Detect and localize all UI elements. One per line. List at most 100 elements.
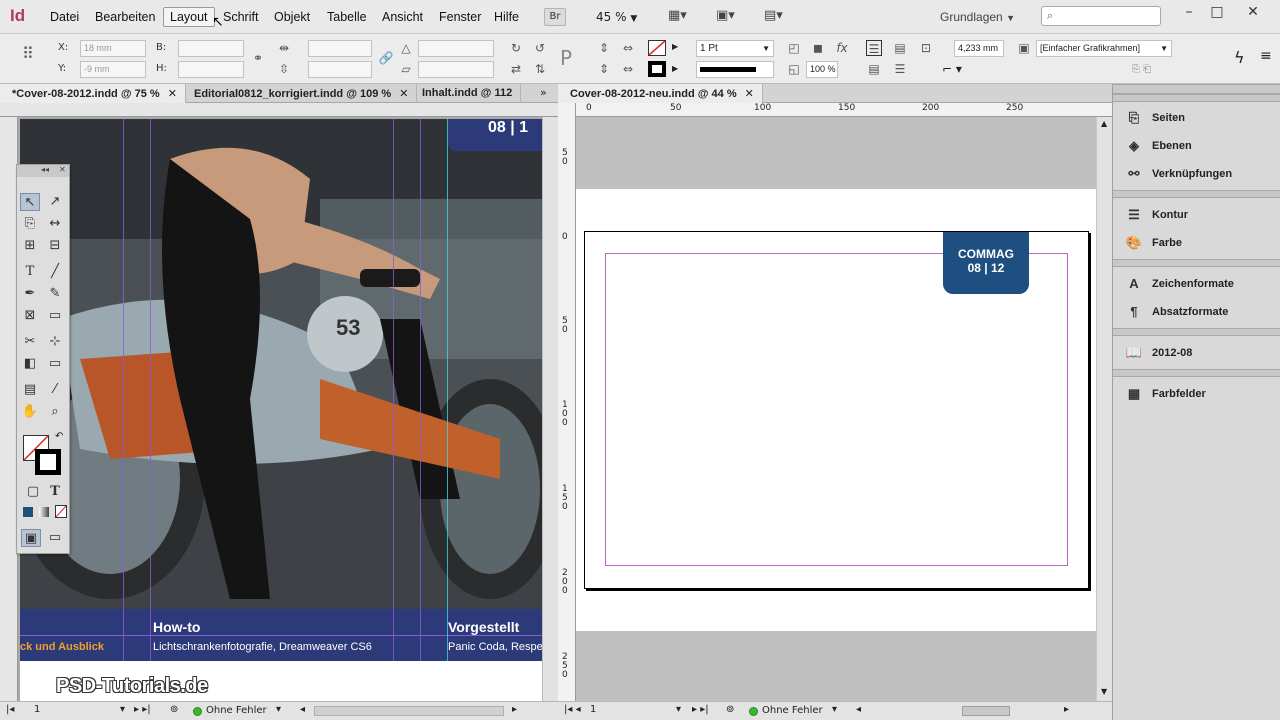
pasteboard[interactable] xyxy=(576,117,1096,189)
workspace-switcher[interactable]: Grundlagen ▼ xyxy=(940,10,1015,24)
menu-hilfe[interactable]: Hilfe xyxy=(494,10,519,24)
rectangle-tool-icon[interactable]: ▭ xyxy=(45,307,65,325)
panel-seiten[interactable]: ⎘ Seiten xyxy=(1113,104,1280,132)
panel-menu-icon[interactable]: ≡ xyxy=(1260,48,1272,64)
hand-tool-icon[interactable]: ✋ xyxy=(20,403,40,421)
page-dropdown-icon[interactable]: ▾ xyxy=(120,704,125,715)
stroke-type-select[interactable] xyxy=(696,61,774,78)
link-scale-icon[interactable]: 🔗 xyxy=(378,50,394,66)
panel-farbfelder[interactable]: ▦ Farbfelder xyxy=(1113,380,1280,408)
scissors-tool-icon[interactable]: ✂ xyxy=(20,333,40,351)
select-next-icon[interactable]: ⇔ xyxy=(620,61,636,77)
menu-schrift[interactable]: Schrift xyxy=(223,10,258,24)
page-dropdown-icon[interactable]: ▾ xyxy=(676,704,681,715)
menu-tabelle[interactable]: Tabelle xyxy=(327,10,367,24)
fill-none-swatch[interactable] xyxy=(648,40,666,56)
dimension-field[interactable]: 4,233 mm xyxy=(954,40,1004,57)
apply-gradient-icon[interactable] xyxy=(39,507,49,517)
frame-style-actions-icon[interactable]: ⎘ ⎗ xyxy=(1132,64,1151,75)
formatting-text-icon[interactable]: T xyxy=(45,483,65,501)
pencil-tool-icon[interactable]: ✎ xyxy=(45,285,65,303)
scroll-left-icon[interactable]: ◂ xyxy=(300,704,305,715)
scale-y-field[interactable] xyxy=(308,61,372,78)
scroll-left-icon[interactable]: ◂ xyxy=(856,704,861,715)
panel-dock-header[interactable] xyxy=(1113,84,1280,94)
left-horizontal-scrollbar[interactable] xyxy=(314,706,504,716)
next-page-icon[interactable]: ▸ ▸| xyxy=(134,704,151,715)
swap-colors-icon[interactable]: ↶ xyxy=(55,431,63,442)
close-tab-icon[interactable]: ✕ xyxy=(168,88,177,100)
close-panel-icon[interactable]: ✕ xyxy=(59,165,66,174)
gradient-feather-tool-icon[interactable]: ▭ xyxy=(45,355,65,373)
free-transform-tool-icon[interactable]: ⊹ xyxy=(45,333,65,351)
tab-editorial[interactable]: Editorial0812_korrigiert.indd @ 109 % ✕ xyxy=(182,84,418,103)
type-tool-icon[interactable]: T xyxy=(20,263,40,281)
stroke-color-icon[interactable] xyxy=(35,449,61,475)
scroll-right-icon[interactable]: ▸ xyxy=(512,704,517,715)
preflight-dropdown-icon[interactable]: ▾ xyxy=(276,704,281,715)
page-number[interactable]: 1 xyxy=(34,704,40,715)
quick-apply-icon[interactable]: ϟ xyxy=(1234,48,1245,67)
panel-verknuepfungen[interactable]: ⚯ Verknüpfungen xyxy=(1113,160,1280,188)
height-field[interactable] xyxy=(178,61,244,78)
horizontal-ruler[interactable] xyxy=(0,103,558,117)
collapse-icon[interactable]: ◂◂ xyxy=(41,165,49,174)
panel-zeichenformate[interactable]: A Zeichenformate xyxy=(1113,270,1280,298)
vertical-ruler[interactable]: 5 0 0 5 0 1 0 0 1 5 0 2 0 0 2 5 0 xyxy=(558,103,576,701)
rectangle-frame-tool-icon[interactable]: ⊠ xyxy=(20,307,40,325)
cover-banner[interactable]: How-to Lichtschrankenfotografie, Dreamwe… xyxy=(20,609,543,661)
line-tool-icon[interactable]: ╱ xyxy=(45,263,65,281)
pen-tool-icon[interactable]: ✒ xyxy=(20,285,40,303)
preflight-icon[interactable]: ⊚ xyxy=(726,704,734,715)
next-page-icon[interactable]: ▸ ▸| xyxy=(692,704,709,715)
close-window-button[interactable]: ✕ xyxy=(1240,4,1266,24)
tab-cover-08-2012[interactable]: *Cover-08-2012.indd @ 75 % ✕ xyxy=(0,84,186,103)
direct-selection-tool-icon[interactable]: ↗ xyxy=(45,193,65,211)
cover-photo[interactable]: 53 08 | 1 xyxy=(20,119,542,609)
reference-point-icon[interactable]: ⠿ xyxy=(22,44,44,66)
gradient-swatch-tool-icon[interactable]: ◧ xyxy=(20,355,40,373)
effects-icon[interactable]: fx xyxy=(834,40,850,56)
scroll-up-icon[interactable]: ▲ xyxy=(1101,119,1107,128)
stroke-dropdown-icon[interactable]: ▶ xyxy=(672,64,678,73)
opacity-field[interactable]: 100 % xyxy=(806,61,838,78)
flip-v-icon[interactable]: ⇅ xyxy=(532,61,548,77)
menu-bearbeiten[interactable]: Bearbeiten xyxy=(95,10,155,24)
menu-objekt[interactable]: Objekt xyxy=(274,10,310,24)
document-page[interactable]: COMMAG 08 | 12 xyxy=(584,231,1089,589)
menu-fenster[interactable]: Fenster xyxy=(439,10,481,24)
apply-color-icon[interactable] xyxy=(23,507,33,517)
zoom-tool-icon[interactable]: ⌕ xyxy=(45,403,65,421)
width-field[interactable] xyxy=(178,40,244,57)
scroll-right-icon[interactable]: ▸ xyxy=(1064,704,1069,715)
stroke-swatch[interactable] xyxy=(648,61,666,77)
panel-library-2012-08[interactable]: 📖 2012-08 xyxy=(1113,339,1280,367)
search-input[interactable]: ⌕ xyxy=(1041,6,1161,26)
commag-badge[interactable]: COMMAG 08 | 12 xyxy=(943,232,1029,294)
rotate-ccw-icon[interactable]: ↺ xyxy=(532,40,548,56)
preflight-icon[interactable]: ⊚ xyxy=(170,704,178,715)
maximize-button[interactable]: □ xyxy=(1204,4,1230,24)
view-options-icon[interactable]: ▦▾ xyxy=(668,8,687,23)
first-page-icon[interactable]: |◂ ◂ xyxy=(564,704,581,715)
page-tool-icon[interactable]: ⎘ xyxy=(20,215,40,233)
shadow-icon[interactable]: ◼ xyxy=(810,40,826,56)
left-vertical-scrollbar[interactable] xyxy=(542,117,558,701)
selection-tool-icon[interactable]: ↖ xyxy=(20,193,40,211)
screen-mode-icon[interactable]: ▣▾ xyxy=(716,8,735,23)
minimize-button[interactable]: – xyxy=(1176,4,1202,24)
panel-absatzformate[interactable]: ¶ Absatzformate xyxy=(1113,298,1280,326)
constrain-proportions-icon[interactable]: ⚭ xyxy=(250,50,266,66)
first-page-icon[interactable]: |◂ xyxy=(6,704,14,715)
tab-cover-08-2012-neu[interactable]: Cover-08-2012-neu.indd @ 44 % ✕ xyxy=(558,84,763,103)
preflight-status[interactable]: Ohne Fehler xyxy=(762,705,823,716)
panel-kontur[interactable]: ☰ Kontur xyxy=(1113,201,1280,229)
text-wrap-none-icon[interactable]: ☰ xyxy=(866,40,882,56)
corner-options-icon[interactable]: ⌐ ▾ xyxy=(942,62,962,76)
select-content-icon[interactable]: ⇔ xyxy=(620,40,636,56)
frame-style-select[interactable]: [Einfacher Grafikrahmen] ▼ xyxy=(1036,40,1172,57)
scale-x-field[interactable] xyxy=(308,40,372,57)
formatting-container-icon[interactable]: ▢ xyxy=(23,483,43,501)
close-tab-icon[interactable]: ✕ xyxy=(399,88,408,100)
stroke-weight-field[interactable]: 1 Pt ▼ xyxy=(696,40,774,57)
